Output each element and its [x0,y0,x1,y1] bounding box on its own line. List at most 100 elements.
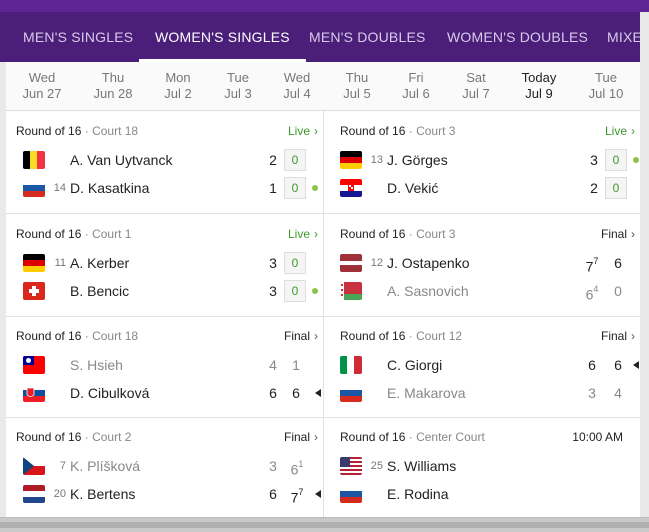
set-score: 6 [614,255,622,271]
match-status[interactable]: Live › [288,227,318,241]
match-card[interactable]: Round of 16 · Court 18 Final › S. Hsieh 4… [6,316,323,419]
player-name[interactable]: E. Rodina [387,483,448,505]
match-status[interactable]: Live › [605,124,635,138]
player-name[interactable]: K. Bertens [70,483,135,505]
date-value: Jul 9 [525,86,553,101]
match-card[interactable]: Round of 16 · Court 3 Final › 12 J. Ostap… [323,214,640,317]
player-name[interactable]: J. Görges [387,149,448,171]
separator: · [408,227,413,241]
match-card[interactable]: Round of 16 · Court 1 Live › 11 A. Kerber… [6,214,323,317]
date-selector: Wed Jun 27 Thu Jun 28 Mon Jul 2 Tue Jul 3 We… [6,62,640,111]
match-card[interactable]: Round of 16 · Court 3 Live › 13 J. Görges… [323,111,640,214]
player-name[interactable]: J. Ostapenko [387,252,470,274]
game-score: 0 [284,177,306,199]
usa-flag-icon [340,457,362,475]
match-card[interactable]: Round of 16 · Court 12 Final › C. Giorgi … [323,316,640,419]
match-header: Round of 16 · Court 2 [16,430,313,444]
netherlands-flag-icon [23,485,45,503]
chevron-right-icon: › [314,430,318,444]
winner-arrow-icon [315,389,321,397]
match-status[interactable]: Live › [288,124,318,138]
set-score: 6 [588,357,596,373]
russia-flag-icon [23,179,45,197]
player-name[interactable]: S. Williams [387,455,456,477]
player-name[interactable]: D. Kasatkina [70,177,149,199]
tab-womens-doubles[interactable]: WOMEN'S DOUBLES [447,12,588,62]
match-header: Round of 16 · Court 18 [16,329,313,343]
match-status[interactable]: Final › [284,329,318,343]
match-status[interactable]: Final › [601,227,635,241]
set-score: 6 [292,385,300,401]
set-score: 2 [269,152,277,168]
match-card[interactable]: Round of 16 · Court 18 Live › A. Van Uytv… [6,111,323,214]
date-jul-10[interactable]: Tue Jul 10 [576,70,636,102]
date-day: Tue [227,70,249,85]
player-name[interactable]: K. Plíšková [70,455,140,477]
date-jun-28[interactable]: Thu Jun 28 [83,70,143,102]
separator: · [408,124,413,138]
date-jul-9[interactable]: Today Jul 9 [509,70,569,102]
set-score: 3 [269,283,277,299]
player-name[interactable]: D. Vekić [387,177,438,199]
set-score: 3 [269,255,277,271]
player-seed: 12 [370,257,383,269]
player-name[interactable]: S. Hsieh [70,354,123,376]
player-name[interactable]: A. Kerber [70,252,129,274]
player-seed: 11 [54,257,66,269]
date-jun-27[interactable]: Wed Jun 27 [12,70,72,102]
match-status[interactable]: 10:00 AM [572,430,623,444]
player-name[interactable]: A. Van Uytvanck [70,149,172,171]
date-jul-2[interactable]: Mon Jul 2 [148,70,208,102]
date-jul-5[interactable]: Thu Jul 5 [327,70,387,102]
date-jul-4[interactable]: Wed Jul 4 [267,70,327,102]
chevron-right-icon: › [631,124,635,138]
status-label: Final [600,329,627,343]
match-status[interactable]: Final › [601,329,635,343]
match-header: Round of 16 · Court 12 [340,329,630,343]
date-value: Jul 2 [164,86,192,101]
player-name[interactable]: A. Sasnovich [387,280,469,302]
player-row: 12 J. Ostapenko 77 6 [323,252,640,276]
date-jul-6[interactable]: Fri Jul 6 [386,70,446,102]
event-tabs: MEN'S SINGLES WOMEN'S SINGLES MEN'S DOUB… [0,12,640,62]
round-label: Round of 16 [16,227,82,241]
date-jul-3[interactable]: Tue Jul 3 [208,70,268,102]
set-score: 6 [614,357,622,373]
tab-mens-doubles[interactable]: MEN'S DOUBLES [309,12,426,62]
status-label: Live [287,227,310,241]
tiebreak-score: 7 [593,256,599,266]
date-value: Jul 4 [283,86,311,101]
status-label: Final [600,227,627,241]
court-label: Court 18 [92,124,139,138]
set-score: 0 [614,283,622,299]
player-name[interactable]: C. Giorgi [387,354,442,376]
set-score: 4 [269,357,277,373]
match-card[interactable]: Round of 16 · Center Court 10:00 AM 25 S… [323,417,640,520]
match-status[interactable]: Final › [284,430,318,444]
set-score: 2 [590,180,598,196]
slovakia-flag-icon [23,384,45,402]
tab-womens-singles[interactable]: WOMEN'S SINGLES [139,12,306,62]
player-seed: 13 [370,154,383,166]
set-score: 1 [292,357,300,373]
match-header: Round of 16 · Court 3 [340,227,630,241]
court-label: Court 3 [416,124,456,138]
set-score: 61 [286,455,308,481]
date-jul-7[interactable]: Sat Jul 7 [446,70,506,102]
match-card[interactable]: Round of 16 · Court 2 Final › 7 K. Plíško… [6,417,323,520]
player-name[interactable]: B. Bencic [70,280,129,302]
tab-mens-singles[interactable]: MEN'S SINGLES [23,12,133,62]
taiwan-flag-icon [23,356,45,374]
tab-mixed-doubles[interactable]: MIXE [607,12,640,62]
serving-indicator-icon [633,157,639,163]
court-label: Court 2 [92,430,132,444]
date-day: Wed [28,70,56,85]
set-score: 3 [588,385,596,401]
set-score: 1 [269,180,277,196]
player-name[interactable]: E. Makarova [387,382,466,404]
round-label: Round of 16 [16,124,82,138]
horizontal-scrollbar[interactable] [0,517,649,532]
player-name[interactable]: D. Cibulková [70,382,149,404]
date-value: Jul 10 [588,86,624,101]
winner-arrow-icon [633,361,639,369]
